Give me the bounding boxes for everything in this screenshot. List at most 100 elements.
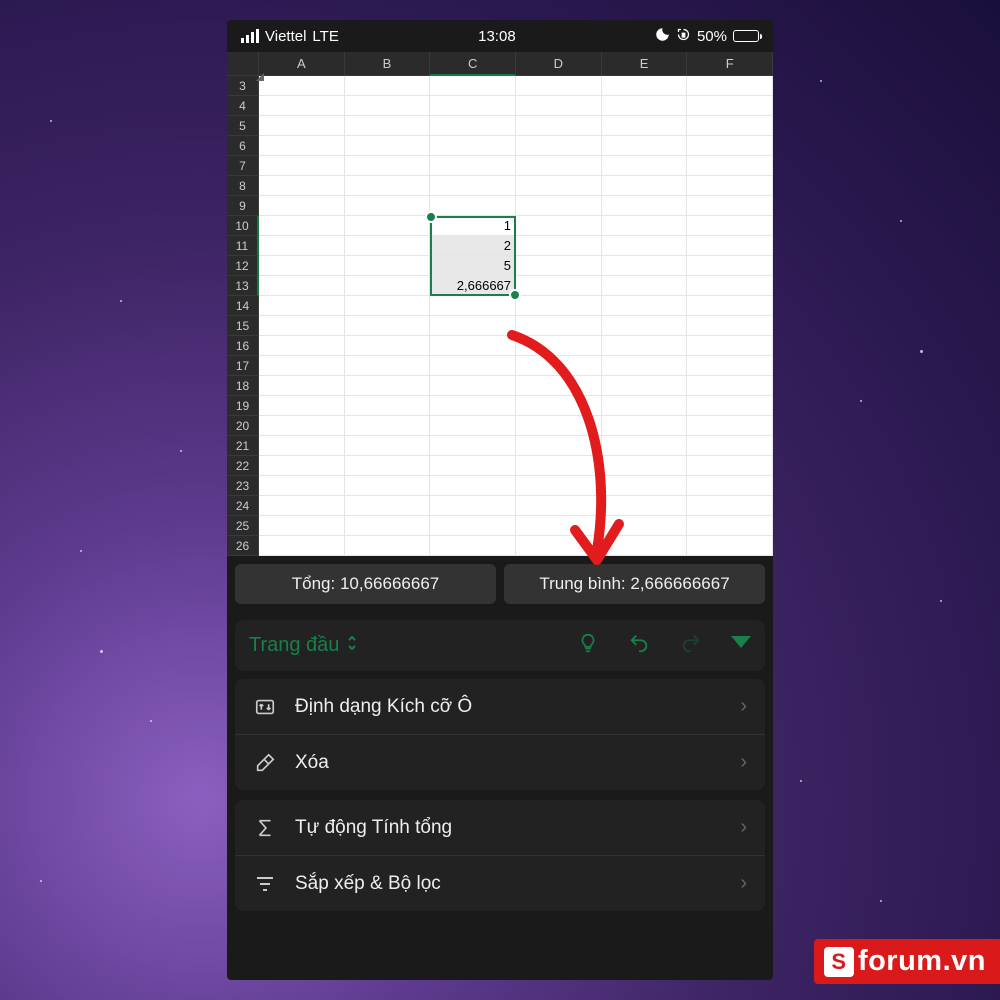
cell-B17[interactable] [345,356,431,376]
cell-C12[interactable]: 5 [430,256,516,276]
cell-F4[interactable] [687,96,773,116]
collapse-ribbon-icon[interactable] [731,636,751,655]
cell-E3[interactable] [602,76,688,96]
row-header-8[interactable]: 8 [227,176,259,196]
row-header-10[interactable]: 10 [227,216,259,236]
cell-A14[interactable] [259,296,345,316]
cell-E6[interactable] [602,136,688,156]
cell-B14[interactable] [345,296,431,316]
cell-D26[interactable] [516,536,602,556]
cell-C23[interactable] [430,476,516,496]
menu-clear[interactable]: Xóa › [235,734,765,790]
cell-C18[interactable] [430,376,516,396]
cell-A9[interactable] [259,196,345,216]
cell-F24[interactable] [687,496,773,516]
cell-C10[interactable]: 1 [430,216,516,236]
cell-D19[interactable] [516,396,602,416]
cell-E20[interactable] [602,416,688,436]
cell-E24[interactable] [602,496,688,516]
row-header-3[interactable]: 3 [227,76,259,96]
cell-B24[interactable] [345,496,431,516]
cell-B21[interactable] [345,436,431,456]
cell-F25[interactable] [687,516,773,536]
col-header-F[interactable]: F [687,52,773,76]
cell-B7[interactable] [345,156,431,176]
col-header-C[interactable]: C [430,52,516,76]
cell-A19[interactable] [259,396,345,416]
cell-F3[interactable] [687,76,773,96]
cell-C19[interactable] [430,396,516,416]
cell-A4[interactable] [259,96,345,116]
cell-C16[interactable] [430,336,516,356]
cell-A11[interactable] [259,236,345,256]
cell-B11[interactable] [345,236,431,256]
cell-B25[interactable] [345,516,431,536]
cell-D6[interactable] [516,136,602,156]
cell-A6[interactable] [259,136,345,156]
cell-E21[interactable] [602,436,688,456]
cell-B13[interactable] [345,276,431,296]
cell-E5[interactable] [602,116,688,136]
cell-C17[interactable] [430,356,516,376]
row-header-17[interactable]: 17 [227,356,259,376]
undo-icon[interactable] [627,632,651,659]
cell-E4[interactable] [602,96,688,116]
cell-B22[interactable] [345,456,431,476]
cell-D12[interactable] [516,256,602,276]
menu-cell-size-format[interactable]: Định dạng Kích cỡ Ô › [235,679,765,734]
row-header-26[interactable]: 26 [227,536,259,556]
row-header-11[interactable]: 11 [227,236,259,256]
cell-A26[interactable] [259,536,345,556]
cell-B16[interactable] [345,336,431,356]
cell-B5[interactable] [345,116,431,136]
menu-autosum[interactable]: Tự động Tính tổng › [235,800,765,855]
cell-E16[interactable] [602,336,688,356]
row-header-23[interactable]: 23 [227,476,259,496]
cell-A16[interactable] [259,336,345,356]
cell-E15[interactable] [602,316,688,336]
cell-D4[interactable] [516,96,602,116]
row-header-5[interactable]: 5 [227,116,259,136]
cell-F22[interactable] [687,456,773,476]
cell-A17[interactable] [259,356,345,376]
ribbon-home-tab[interactable]: Trang đầu [249,634,359,658]
cell-D8[interactable] [516,176,602,196]
cell-C3[interactable] [430,76,516,96]
cell-B6[interactable] [345,136,431,156]
cell-E14[interactable] [602,296,688,316]
row-header-25[interactable]: 25 [227,516,259,536]
cell-C25[interactable] [430,516,516,536]
cell-C26[interactable] [430,536,516,556]
cell-E18[interactable] [602,376,688,396]
cell-F9[interactable] [687,196,773,216]
cell-A13[interactable] [259,276,345,296]
cell-F20[interactable] [687,416,773,436]
cell-B23[interactable] [345,476,431,496]
row-header-7[interactable]: 7 [227,156,259,176]
cell-B18[interactable] [345,376,431,396]
cell-C15[interactable] [430,316,516,336]
row-header-20[interactable]: 20 [227,416,259,436]
cell-D13[interactable] [516,276,602,296]
row-header-21[interactable]: 21 [227,436,259,456]
cell-F6[interactable] [687,136,773,156]
cell-C14[interactable] [430,296,516,316]
row-header-6[interactable]: 6 [227,136,259,156]
spreadsheet-grid[interactable]: A B C D E F 3456789101112125132,66666714… [227,52,773,556]
cell-A3[interactable] [259,76,345,96]
cell-B19[interactable] [345,396,431,416]
cell-C9[interactable] [430,196,516,216]
cell-F12[interactable] [687,256,773,276]
cell-C21[interactable] [430,436,516,456]
cell-B4[interactable] [345,96,431,116]
cell-D21[interactable] [516,436,602,456]
cell-E8[interactable] [602,176,688,196]
cell-C13[interactable]: 2,666667 [430,276,516,296]
cell-F15[interactable] [687,316,773,336]
cell-E9[interactable] [602,196,688,216]
cell-A15[interactable] [259,316,345,336]
cell-C11[interactable]: 2 [430,236,516,256]
row-header-15[interactable]: 15 [227,316,259,336]
cell-F11[interactable] [687,236,773,256]
cell-D22[interactable] [516,456,602,476]
